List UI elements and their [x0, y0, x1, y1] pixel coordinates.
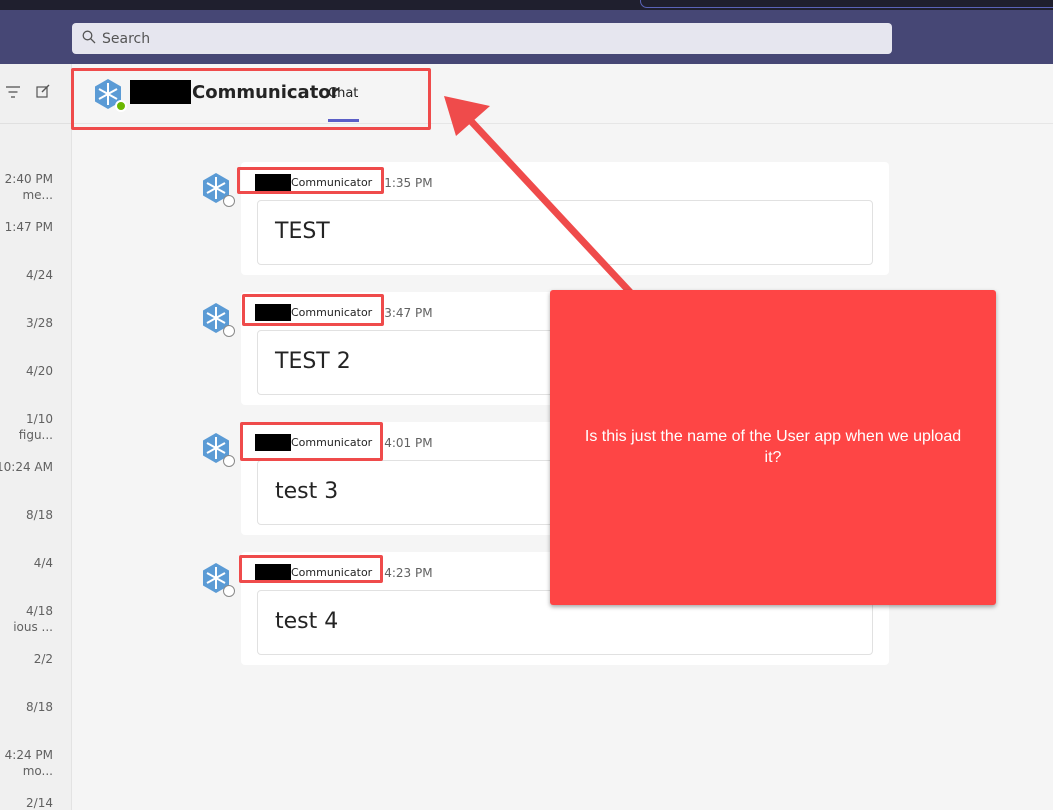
callout-text: Is this just the name of the User app wh… [584, 427, 962, 466]
annotation-callout: Is this just the name of the User app wh… [550, 290, 996, 605]
